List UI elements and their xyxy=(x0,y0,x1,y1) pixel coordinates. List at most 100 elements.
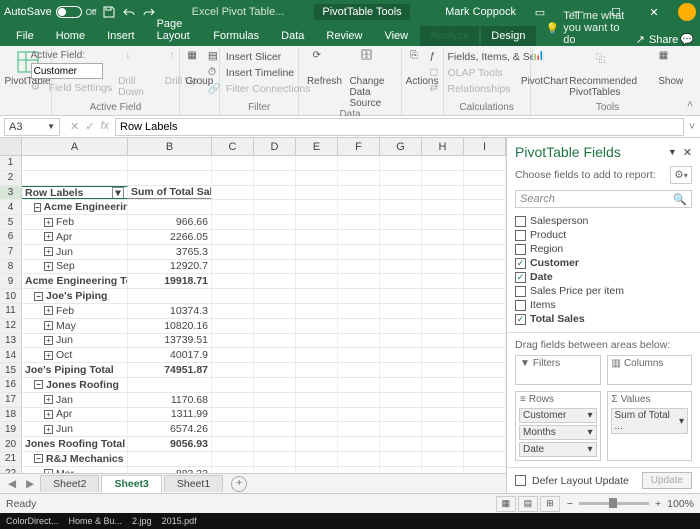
filter-dropdown-icon[interactable]: ▾ xyxy=(112,187,124,199)
expand-icon[interactable]: + xyxy=(44,351,53,360)
cell[interactable]: 40017.9 xyxy=(128,348,212,362)
row-header[interactable]: 9 xyxy=(0,274,22,288)
cell[interactable] xyxy=(338,319,380,333)
taskbar-item[interactable]: Home & Bu... xyxy=(69,516,123,526)
col-G[interactable]: G xyxy=(380,138,422,155)
cell[interactable] xyxy=(422,378,464,392)
cell[interactable] xyxy=(254,334,296,348)
enter-formula-icon[interactable]: ✓ xyxy=(85,120,94,133)
field-search-input[interactable]: Search 🔍 xyxy=(515,190,692,208)
cell[interactable] xyxy=(212,171,254,185)
cell[interactable] xyxy=(212,260,254,274)
cell[interactable] xyxy=(296,171,338,185)
expand-icon[interactable]: + xyxy=(44,321,53,330)
field-checkbox[interactable]: ✓ xyxy=(515,272,526,283)
col-H[interactable]: H xyxy=(422,138,464,155)
cell[interactable] xyxy=(422,171,464,185)
cell[interactable]: +Jun xyxy=(22,245,128,259)
cell[interactable] xyxy=(380,393,422,407)
cell[interactable] xyxy=(464,260,506,274)
cell[interactable] xyxy=(212,422,254,436)
cell[interactable] xyxy=(254,378,296,392)
expand-icon[interactable]: + xyxy=(44,247,53,256)
cell[interactable] xyxy=(422,304,464,318)
insert-timeline-button[interactable]: ⏱Insert Timeline xyxy=(208,66,311,80)
add-sheet-button[interactable]: + xyxy=(231,476,247,492)
row-header[interactable]: 13 xyxy=(0,334,22,348)
cell[interactable]: +Jan xyxy=(22,393,128,407)
field-item[interactable]: Salesperson xyxy=(515,214,692,228)
cell[interactable] xyxy=(296,156,338,170)
cell[interactable]: +Feb xyxy=(22,304,128,318)
zoom-slider[interactable] xyxy=(579,502,649,505)
cell[interactable] xyxy=(464,304,506,318)
taskpane-close-icon[interactable]: ✕ xyxy=(683,146,692,159)
cell[interactable] xyxy=(338,274,380,288)
cell[interactable] xyxy=(128,200,212,214)
cell[interactable] xyxy=(296,200,338,214)
cell[interactable] xyxy=(464,422,506,436)
cell[interactable] xyxy=(380,348,422,362)
relationships-button[interactable]: ⇄Relationships xyxy=(429,82,543,96)
cell[interactable] xyxy=(254,274,296,288)
cell[interactable] xyxy=(128,156,212,170)
cell[interactable] xyxy=(338,422,380,436)
cell[interactable] xyxy=(212,215,254,229)
tab-view[interactable]: View xyxy=(374,26,418,46)
cell[interactable] xyxy=(380,437,422,451)
tell-me-search[interactable]: 💡 Tell me what you want to do xyxy=(546,10,632,46)
cell[interactable]: 1170.68 xyxy=(128,393,212,407)
cell[interactable]: +Feb xyxy=(22,215,128,229)
user-avatar-icon[interactable] xyxy=(678,3,696,21)
values-area[interactable]: ΣValues Sum of Total ...▾ xyxy=(607,391,693,461)
field-settings-button[interactable]: ⚙Field Settings xyxy=(31,81,113,95)
taskpane-dropdown-icon[interactable]: ▼ xyxy=(668,147,677,157)
cell[interactable] xyxy=(254,156,296,170)
cell[interactable] xyxy=(422,200,464,214)
cell[interactable] xyxy=(380,274,422,288)
cell[interactable] xyxy=(212,274,254,288)
cell[interactable] xyxy=(380,452,422,466)
cell[interactable] xyxy=(296,363,338,377)
cell[interactable] xyxy=(212,289,254,303)
cancel-formula-icon[interactable]: ✕ xyxy=(70,120,79,133)
cell[interactable] xyxy=(296,215,338,229)
cell[interactable] xyxy=(422,452,464,466)
cell[interactable] xyxy=(212,186,254,200)
cell[interactable] xyxy=(380,378,422,392)
cell[interactable] xyxy=(422,363,464,377)
recommended-pivottables-button[interactable]: ⿻Recommended PivotTables xyxy=(569,50,646,98)
field-item[interactable]: Product xyxy=(515,228,692,242)
cell[interactable] xyxy=(422,260,464,274)
cell[interactable]: Acme Engineering Total xyxy=(22,274,128,288)
cell[interactable] xyxy=(212,304,254,318)
cell[interactable] xyxy=(212,393,254,407)
cell[interactable] xyxy=(464,319,506,333)
cell[interactable]: 6574.26 xyxy=(128,422,212,436)
cell[interactable] xyxy=(338,304,380,318)
normal-view-button[interactable]: ▦ xyxy=(496,496,516,512)
page-layout-view-button[interactable]: ▤ xyxy=(518,496,538,512)
row-header[interactable]: 18 xyxy=(0,408,22,422)
update-button[interactable]: Update xyxy=(642,472,692,489)
cell[interactable] xyxy=(212,378,254,392)
cell[interactable]: 1311.99 xyxy=(128,408,212,422)
cell[interactable] xyxy=(464,452,506,466)
cell[interactable] xyxy=(464,156,506,170)
cell[interactable] xyxy=(212,200,254,214)
sheet-tab[interactable]: Sheet3 xyxy=(101,475,161,493)
collapse-icon[interactable]: − xyxy=(34,380,43,389)
cell[interactable] xyxy=(212,334,254,348)
cell[interactable] xyxy=(380,319,422,333)
cell[interactable] xyxy=(128,289,212,303)
zoom-in-icon[interactable]: + xyxy=(655,498,661,510)
undo-icon[interactable] xyxy=(122,5,136,19)
cell[interactable] xyxy=(128,452,212,466)
cell[interactable]: 19918.71 xyxy=(128,274,212,288)
cell[interactable] xyxy=(296,378,338,392)
row-header[interactable]: 19 xyxy=(0,422,22,436)
fx-icon[interactable]: fx xyxy=(100,120,109,133)
cell[interactable] xyxy=(338,245,380,259)
cell[interactable] xyxy=(422,408,464,422)
cell[interactable] xyxy=(422,348,464,362)
